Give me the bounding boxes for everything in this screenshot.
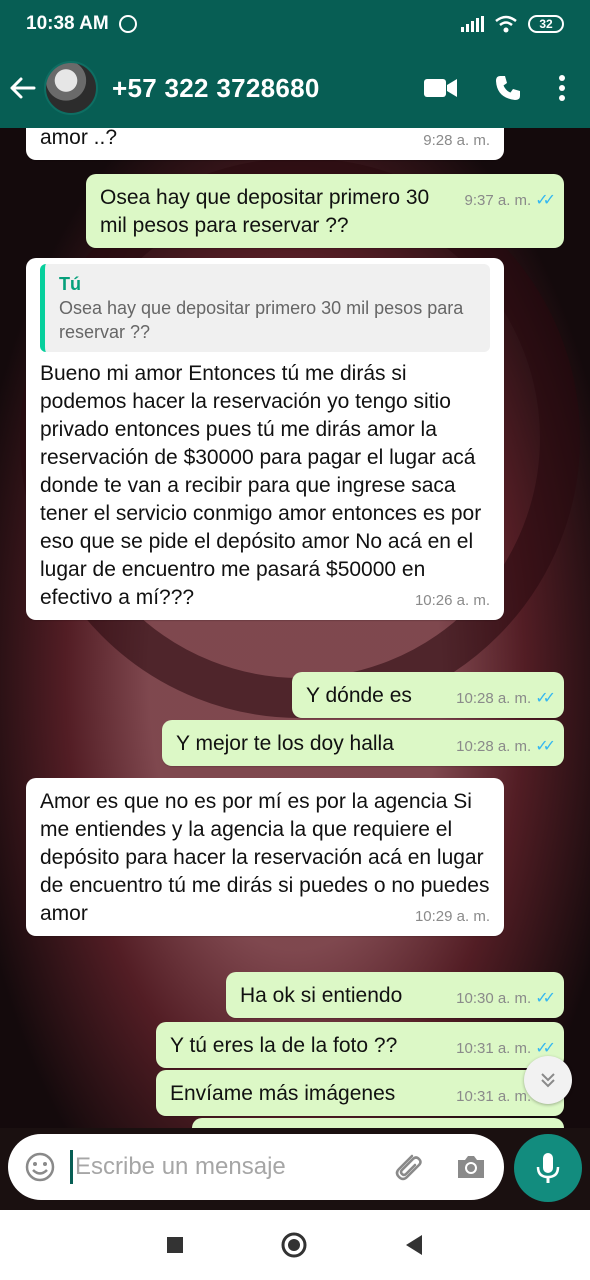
message-outgoing[interactable]: 10:31 a. m. ✓✓ Y tú eres la de la foto ?? <box>156 1022 564 1068</box>
message-time: 10:30 a. m. ✓✓ <box>456 990 556 1007</box>
chat-area[interactable]: ⁠ 9:28 a. m. amor ..? 9:37 a. m.✓✓ Osea … <box>0 128 590 1128</box>
emoji-icon[interactable] <box>24 1151 56 1183</box>
message-text: Ha ok si entiendo <box>240 984 403 1007</box>
contact-name[interactable]: +57 322 3728680 <box>112 73 320 104</box>
wifi-icon <box>495 15 517 33</box>
message-text: Envíame más imágenes <box>170 1082 396 1105</box>
nav-back-icon[interactable] <box>404 1234 424 1256</box>
message-incoming[interactable]: 9:28 a. m. amor ..? <box>26 128 504 160</box>
message-time: 9:28 a. m. <box>423 132 490 149</box>
text-caret <box>70 1150 73 1184</box>
message-text: Osea hay que depositar primero 30 mil pe… <box>100 186 430 237</box>
more-vert-icon[interactable] <box>558 74 566 102</box>
double-check-icon: ✓✓ <box>535 738 556 755</box>
message-text: Bueno mi amor Entonces tú me dirás si po… <box>40 362 482 609</box>
message-text: amor ..? <box>40 128 118 149</box>
message-text: Amor es que no es por mí es por la agenc… <box>40 790 490 925</box>
message-outgoing-partial[interactable] <box>192 1118 564 1128</box>
message-text: Y tú eres la de la foto ?? <box>170 1034 398 1057</box>
message-text: Y mejor te los doy halla <box>176 732 394 755</box>
mic-icon <box>536 1153 560 1183</box>
alarm-icon <box>118 15 137 33</box>
mic-button[interactable] <box>514 1134 582 1202</box>
double-check-icon: ✓✓ <box>535 990 556 1007</box>
nav-recents-icon[interactable] <box>166 1236 184 1254</box>
quoted-message[interactable]: Tú Osea hay que depositar primero 30 mil… <box>40 264 490 352</box>
status-icons: 32 <box>461 15 564 33</box>
contact-avatar[interactable] <box>44 61 98 115</box>
chat-header: +57 322 3728680 <box>0 48 590 128</box>
message-text: Y dónde es <box>306 684 412 707</box>
chevron-double-down-icon <box>541 1073 555 1088</box>
camera-icon[interactable] <box>454 1150 488 1184</box>
message-time: 10:28 a. m. ✓✓ <box>456 738 556 755</box>
message-input-container[interactable]: Escribe un mensaje <box>8 1134 504 1200</box>
message-incoming[interactable]: Amor es que no es por mí es por la agenc… <box>26 778 504 936</box>
phone-icon[interactable] <box>494 74 522 102</box>
nav-home-icon[interactable] <box>280 1231 308 1259</box>
message-time: 10:31 a. m.✓✓ <box>456 1040 556 1057</box>
quote-author: Tú <box>59 274 81 294</box>
message-outgoing[interactable]: 10:30 a. m. ✓✓ Ha ok si entiendo <box>226 972 564 1018</box>
system-nav-bar <box>0 1210 590 1280</box>
status-bar: 10:38 AM 32 <box>0 0 590 48</box>
video-call-icon[interactable] <box>424 77 458 99</box>
message-time: 10:28 a. m. ✓✓ <box>456 690 556 707</box>
message-input[interactable]: Escribe un mensaje <box>75 1153 286 1181</box>
message-outgoing[interactable]: 9:37 a. m. ✓✓ Osea hay que depositar prim… <box>86 174 564 248</box>
scroll-down-button[interactable] <box>524 1056 572 1104</box>
status-time: 10:38 AM <box>26 13 109 34</box>
message-outgoing[interactable]: 10:28 a. m. ✓✓ Y mejor te los doy halla <box>162 720 564 766</box>
double-check-icon: ✓✓ <box>535 192 556 209</box>
message-outgoing[interactable]: 10:28 a. m. ✓✓ Y dónde es <box>292 672 564 718</box>
battery-indicator: 32 <box>528 15 564 33</box>
double-check-icon: ✓✓ <box>535 690 556 707</box>
message-outgoing[interactable]: 10:31 a. m.✓✓ Envíame más imágenes <box>156 1070 564 1116</box>
message-time: 10:26 a. m. <box>414 592 490 609</box>
attach-clip-icon[interactable] <box>390 1150 424 1184</box>
message-incoming-reply[interactable]: Tú Osea hay que depositar primero 30 mil… <box>26 258 504 620</box>
signal-icon <box>461 16 484 32</box>
quote-text: Osea hay que depositar primero 30 mil pe… <box>59 298 464 342</box>
composer-bar: Escribe un mensaje <box>0 1128 590 1210</box>
back-arrow-icon <box>10 77 36 99</box>
back-button[interactable] <box>0 76 44 100</box>
double-check-icon: ✓✓ <box>535 1040 556 1057</box>
message-time: 9:37 a. m. ✓✓ <box>464 192 556 209</box>
message-time: 10:29 a. m. <box>414 908 490 925</box>
